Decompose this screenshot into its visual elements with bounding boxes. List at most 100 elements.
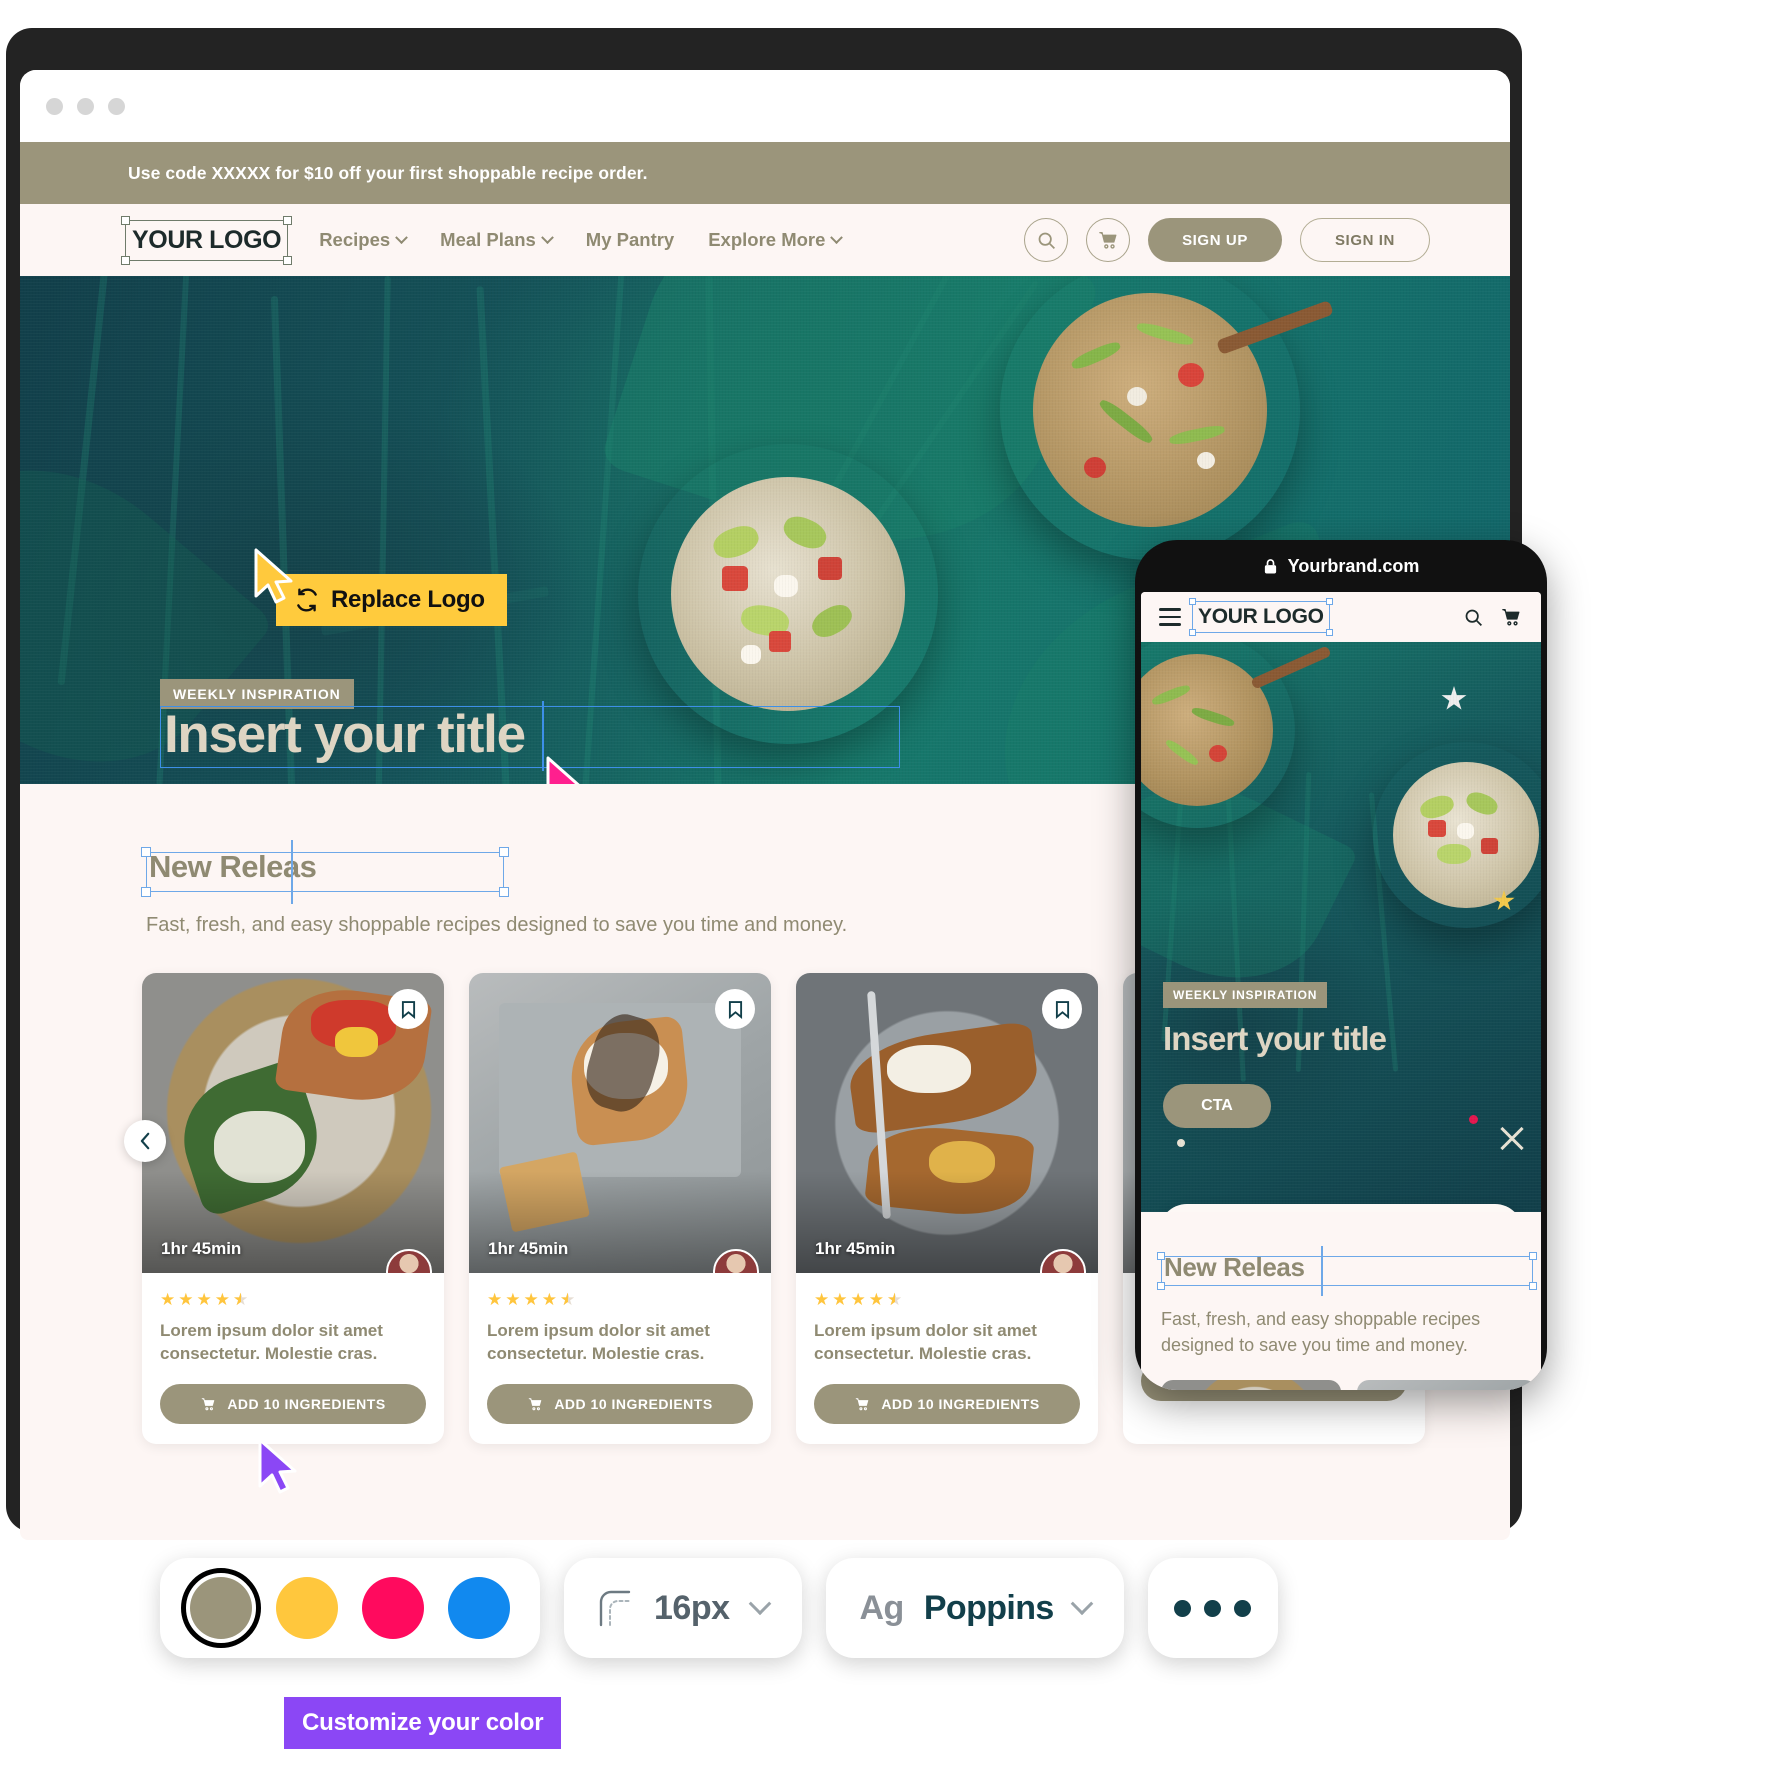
resize-handle-tr[interactable] <box>1529 1252 1537 1260</box>
cart-plus-icon <box>202 1398 215 1411</box>
nav-item-meal-plans[interactable]: Meal Plans <box>440 229 554 251</box>
editor-toolbar: 16px Ag Poppins <box>160 1558 1278 1658</box>
resize-handle-tl[interactable] <box>1189 598 1196 605</box>
color-swatch-brand-olive[interactable] <box>181 1568 261 1648</box>
star-icon: ★ <box>160 1290 176 1309</box>
color-swatch-pink[interactable] <box>362 1577 424 1639</box>
phone-recipe-card[interactable] <box>1357 1380 1537 1390</box>
search-icon[interactable] <box>1463 607 1484 628</box>
section-heading-selection[interactable]: New Releas <box>141 840 509 904</box>
nav-item-recipes[interactable]: Recipes <box>319 229 409 251</box>
recipe-card[interactable]: 1hr 45min ★★ ★★ ★ Lorem ipsum dolor sit … <box>796 973 1098 1444</box>
chevron-down-icon <box>830 230 844 244</box>
star-half-icon: ★ <box>887 1291 902 1308</box>
phone-mockup: Yourbrand.com YOUR LOGO WEEKLY INSPIRATI… <box>1135 540 1547 1390</box>
star-icon: ★ <box>832 1290 848 1309</box>
star-icon: ★ <box>814 1290 830 1309</box>
recipe-card-body: ★★ ★★ ★ Lorem ipsum dolor sit amet conse… <box>142 1273 444 1444</box>
text-caret <box>1321 1246 1323 1296</box>
carousel-prev-button[interactable] <box>124 1120 166 1162</box>
cart-plus-icon <box>856 1398 869 1411</box>
more-options-button[interactable] <box>1147 1558 1278 1658</box>
star-icon: ★ <box>487 1290 503 1309</box>
phone-hero-badge: WEEKLY INSPIRATION <box>1163 982 1328 1008</box>
recipe-title: Lorem ipsum dolor sit amet consectetur. … <box>814 1321 1037 1363</box>
replace-logo-label: Replace Logo <box>331 586 485 613</box>
chevron-down-icon[interactable] <box>1070 1592 1094 1616</box>
cart-icon[interactable] <box>1500 606 1523 628</box>
browser-titlebar <box>20 70 1510 142</box>
logo-selection[interactable]: YOUR LOGO <box>121 215 293 265</box>
star-icon: ★ <box>178 1290 194 1309</box>
bookmark-icon <box>1055 1000 1069 1019</box>
resize-handle-tr[interactable] <box>1325 598 1333 605</box>
phone-heading-selection[interactable]: New Releas <box>1157 1246 1537 1296</box>
lock-icon <box>1264 558 1276 574</box>
phone-hero: WEEKLY INSPIRATION Insert your title CTA… <box>1141 642 1541 1212</box>
phone-logo-selection[interactable]: YOUR LOGO <box>1189 598 1333 636</box>
resize-handle-tr[interactable] <box>499 847 509 857</box>
resize-handle-bl[interactable] <box>141 887 151 897</box>
cart-plus-icon <box>529 1398 542 1411</box>
color-swatch-yellow[interactable] <box>276 1577 338 1639</box>
resize-handle-br[interactable] <box>1325 629 1333 636</box>
bookmark-button[interactable] <box>715 989 755 1029</box>
phone-search-bar[interactable]: What are you craving today? <box>1159 1204 1523 1212</box>
window-close-dot[interactable] <box>46 97 63 115</box>
replace-logo-tooltip[interactable]: Replace Logo <box>276 574 507 626</box>
nav-item-meal-plans-label: Meal Plans <box>440 229 536 250</box>
add-ingredients-button[interactable]: ADD 10 INGREDIENTS <box>160 1383 426 1424</box>
font-name: Poppins <box>923 1588 1055 1627</box>
recipe-title: Lorem ipsum dolor sit amet consectetur. … <box>160 1321 383 1363</box>
star-half-icon: ★ <box>560 1291 575 1308</box>
sign-in-button[interactable]: SIGN IN <box>1299 218 1430 262</box>
recipe-card[interactable]: 1hr 45min ★★ ★★ ★ Lorem ipsum dolor sit … <box>142 973 444 1444</box>
nav-item-explore-more[interactable]: Explore More <box>708 229 844 251</box>
color-picker-panel <box>160 1558 540 1658</box>
color-swatch-blue[interactable] <box>448 1577 510 1639</box>
resize-handle-bl[interactable] <box>1189 629 1196 636</box>
phone-navbar-actions <box>1463 606 1523 628</box>
resize-handle-br[interactable] <box>499 887 509 897</box>
recipe-card[interactable]: 1hr 45min ★★ ★★ ★ Lorem ipsum dolor sit … <box>469 973 771 1444</box>
recipe-card-body: ★★ ★★ ★ Lorem ipsum dolor sit amet conse… <box>469 1273 771 1444</box>
corner-radius-control[interactable]: 16px <box>564 1558 802 1658</box>
add-ingredients-button[interactable]: ADD 10 INGREDIENTS <box>487 1383 753 1424</box>
chevron-down-icon[interactable] <box>748 1592 771 1616</box>
window-minimize-dot[interactable] <box>77 97 94 115</box>
cart-button[interactable] <box>1086 218 1131 262</box>
star-half-icon: ★ <box>233 1291 248 1308</box>
hamburger-menu-icon[interactable] <box>1159 608 1181 626</box>
hero-title-selection[interactable]: Insert your title <box>160 701 900 771</box>
recipe-time: 1hr 45min <box>161 1239 242 1258</box>
bookmark-button[interactable] <box>388 989 428 1029</box>
bookmark-button[interactable] <box>1042 989 1082 1029</box>
cursor-purple <box>258 1438 297 1494</box>
resize-handle-bl[interactable] <box>1157 1282 1165 1290</box>
resize-handle-tr[interactable] <box>283 215 293 225</box>
phone-url-bar: Yourbrand.com <box>1135 540 1547 592</box>
navbar-actions: SIGN UP SIGN IN <box>1024 218 1430 262</box>
phone-heading-text: New Releas <box>1164 1252 1305 1282</box>
add-ingredients-button[interactable]: ADD 10 INGREDIENTS <box>814 1383 1080 1424</box>
text-caret <box>291 840 293 904</box>
logo-selection-box <box>121 215 293 265</box>
phone-hero-cta[interactable]: CTA <box>1163 1084 1271 1128</box>
customize-color-tooltip[interactable]: Customize your color <box>284 1697 562 1749</box>
add-ingredients-label: ADD 10 INGREDIENTS <box>227 1395 386 1412</box>
bookmark-icon <box>728 1000 742 1019</box>
resize-handle-br[interactable] <box>1529 1282 1537 1290</box>
sign-up-button[interactable]: SIGN UP <box>1148 218 1282 262</box>
recipe-image: 1hr 45min <box>796 973 1098 1273</box>
search-button[interactable] <box>1024 218 1069 262</box>
resize-handle-bl[interactable] <box>121 255 130 265</box>
recipe-time: 1hr 45min <box>815 1239 896 1258</box>
resize-handle-tl[interactable] <box>121 215 130 225</box>
recipe-image: 1hr 45min <box>142 973 444 1273</box>
nav-item-my-pantry[interactable]: My Pantry <box>586 229 674 251</box>
resize-handle-br[interactable] <box>283 255 293 265</box>
font-control[interactable]: Ag Poppins <box>825 1558 1124 1658</box>
phone-recipe-card[interactable] <box>1161 1380 1341 1390</box>
window-maximize-dot[interactable] <box>108 97 125 115</box>
nav-links: Recipes Meal Plans My Pantry Explore Mor… <box>319 229 844 251</box>
